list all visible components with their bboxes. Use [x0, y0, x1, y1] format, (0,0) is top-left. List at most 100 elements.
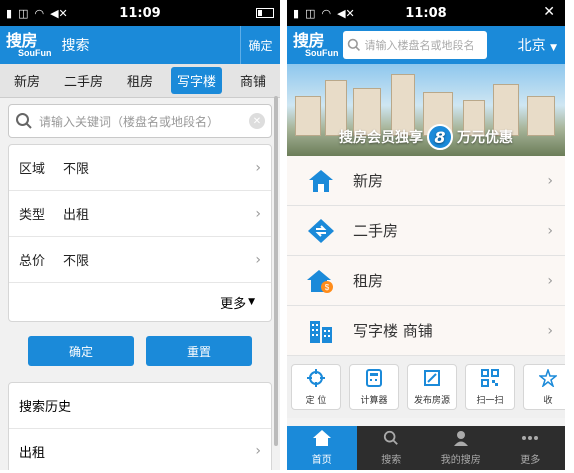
history-title: 搜索历史: [9, 383, 271, 429]
header-search-input[interactable]: 请输入楼盘名或地段名: [342, 31, 487, 59]
menu-item-label: 二手房: [353, 222, 399, 240]
battery-icon: [256, 8, 274, 18]
search-icon: [383, 430, 399, 451]
search-history: 搜索历史 出租 ›: [8, 382, 272, 470]
house-icon: [305, 165, 337, 197]
banner-number: 8: [427, 124, 453, 150]
menu-item-1[interactable]: 二手房 ›: [287, 206, 565, 256]
status-bar: ▮ ◫ ◠ ◀✕ 11:08 ✕: [287, 0, 565, 26]
chevron-right-icon: ›: [255, 159, 261, 176]
history-item-label: 出租: [19, 445, 46, 461]
chevron-right-icon: ›: [547, 172, 553, 189]
quick-button-4[interactable]: 收: [523, 364, 565, 410]
quick-actions: 定 位 计算器 发布房源 扫一扫 收: [287, 356, 565, 418]
rent-house-icon: $: [305, 265, 337, 297]
more-label: 更多: [220, 296, 247, 312]
menu-item-3[interactable]: 写字楼 商铺 ›: [287, 306, 565, 356]
close-icon[interactable]: ✕: [543, 4, 555, 20]
caret-down-icon: ▼: [248, 297, 255, 307]
filter-row[interactable]: 总价 不限 ›: [9, 237, 271, 283]
calculator-icon: [365, 368, 383, 393]
history-item[interactable]: 出租 ›: [9, 429, 271, 470]
menu-item-label: 新房: [353, 172, 384, 190]
sim-icon: ▮: [293, 6, 300, 20]
logo-text: 搜房: [293, 30, 325, 50]
quick-button-label: 计算器: [360, 395, 388, 406]
quick-button-label: 定 位: [305, 395, 327, 406]
svg-text:$: $: [325, 283, 330, 292]
filter-row[interactable]: 类型 出租 ›: [9, 191, 271, 237]
tab-0[interactable]: 新房: [8, 67, 46, 94]
nav-item-0[interactable]: 首页: [287, 426, 357, 470]
soufun-logo[interactable]: 搜房 SouFun: [0, 32, 52, 58]
promo-banner[interactable]: 搜房会员独享 8 万元优惠: [287, 64, 565, 156]
filter-card: 区域 不限 › 类型 出租 › 总价 不限 › 更多 ▼: [8, 144, 272, 322]
menu-item-label: 写字楼 商铺: [353, 322, 433, 340]
more-filters-button[interactable]: 更多 ▼: [9, 283, 271, 321]
right-phone-screen: ▮ ◫ ◠ ◀✕ 11:08 ✕ 搜房 SouFun 请输入楼盘名或地段名 北京…: [287, 0, 565, 470]
favorite-icon: [537, 367, 559, 393]
chevron-right-icon: ›: [255, 205, 261, 222]
sim-icon: ▮: [6, 6, 13, 20]
tab-3[interactable]: 写字楼: [170, 67, 222, 94]
nav-item-label: 我的搜房: [440, 455, 481, 466]
chevron-right-icon: ›: [547, 222, 553, 239]
logo-subtext: SouFun: [305, 47, 339, 58]
soufun-logo[interactable]: 搜房 SouFun: [291, 30, 339, 58]
banner-post: 万元优惠: [457, 130, 513, 146]
office-building-icon: [305, 315, 337, 347]
confirm-button[interactable]: 确定: [28, 336, 134, 366]
tab-1[interactable]: 二手房: [58, 67, 109, 94]
app-header: 搜房 SouFun 请输入楼盘名或地段名 北京 ▼: [287, 26, 565, 64]
quick-button-0[interactable]: 定 位: [291, 364, 341, 410]
nav-item-3[interactable]: 更多: [496, 426, 566, 470]
home-icon: [312, 430, 331, 451]
search-placeholder: 请输入关键词（楼盘名或地段名）: [39, 114, 220, 129]
action-buttons: 确定 重置: [0, 322, 280, 366]
locate-icon: [307, 368, 325, 393]
nav-item-label: 更多: [520, 455, 541, 466]
city-selector[interactable]: 北京 ▼: [518, 35, 561, 55]
menu-item-2[interactable]: $ 租房 ›: [287, 256, 565, 306]
main-menu: 新房 › 二手房 › $ 租房 › 写字楼 商铺 ›: [287, 156, 565, 356]
wifi-icon: ◠: [34, 6, 45, 20]
search-placeholder: 请输入楼盘名或地段名: [364, 39, 475, 52]
status-icons: ▮ ◫ ◠ ◀✕: [293, 7, 355, 20]
publish-icon: [423, 369, 441, 393]
tab-4[interactable]: 商铺: [234, 67, 272, 94]
banner-text: 搜房会员独享 8 万元优惠: [287, 124, 565, 150]
header-confirm-button[interactable]: 确定: [240, 26, 280, 64]
filter-label: 总价: [19, 254, 46, 269]
scrollbar[interactable]: [274, 96, 278, 446]
clear-icon[interactable]: ✕: [249, 113, 265, 129]
status-bar: ▮ ◫ ◠ ◀✕ 11:09: [0, 0, 280, 26]
quick-button-2[interactable]: 发布房源: [407, 364, 457, 410]
status-icons: ▮ ◫ ◠ ◀✕: [6, 7, 68, 20]
logo-subtext: SouFun: [18, 47, 52, 58]
wifi-icon: ◠: [321, 6, 332, 20]
keyword-search-input[interactable]: 请输入关键词（楼盘名或地段名） ✕: [8, 104, 272, 138]
quick-button-1[interactable]: 计算器: [349, 364, 399, 410]
filter-row[interactable]: 区域 不限 ›: [9, 145, 271, 191]
nav-item-1[interactable]: 搜索: [357, 426, 427, 470]
category-tabs: 新房 二手房 租房 写字楼 商铺: [0, 64, 280, 98]
search-icon: [347, 38, 360, 51]
quick-button-3[interactable]: 扫一扫: [465, 364, 515, 410]
reset-button[interactable]: 重置: [146, 336, 252, 366]
filter-value: 出租: [63, 208, 90, 223]
filter-value: 不限: [63, 162, 90, 177]
notification-icon: ◫: [305, 6, 316, 20]
filter-label: 区域: [19, 162, 46, 177]
tab-2[interactable]: 租房: [121, 67, 159, 94]
search-icon: [16, 113, 32, 129]
quick-button-label: 发布房源: [413, 395, 450, 406]
left-phone-screen: ▮ ◫ ◠ ◀✕ 11:09 搜房 SouFun 搜索 确定 新房 二手房 租房 写字…: [0, 0, 280, 470]
menu-item-0[interactable]: 新房 ›: [287, 156, 565, 206]
chevron-right-icon: ›: [547, 272, 553, 289]
exchange-house-icon: [305, 215, 337, 247]
banner-pre: 搜房会员独享: [339, 130, 423, 146]
nav-item-label: 搜索: [381, 455, 402, 466]
bottom-nav: 首页 搜索 我的搜房 更多: [287, 426, 565, 470]
quick-button-label: 扫一扫: [476, 395, 504, 406]
nav-item-2[interactable]: 我的搜房: [426, 426, 496, 470]
